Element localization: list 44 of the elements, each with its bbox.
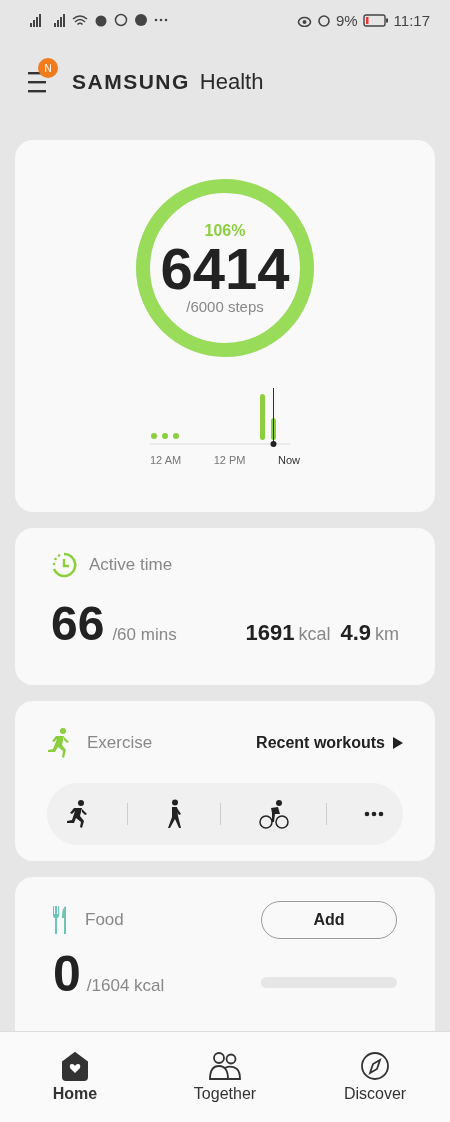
stat-unit: kcal (298, 624, 331, 645)
timer-icon (51, 552, 77, 578)
walker-icon[interactable] (165, 799, 184, 829)
compass-icon (360, 1051, 390, 1081)
more-icon (154, 18, 168, 22)
card-title: Food (85, 910, 124, 930)
step-count: 6414 (160, 239, 290, 298)
axis-label: 12 AM (150, 454, 182, 466)
battery-icon (362, 13, 389, 27)
minutes-goal: /60 mins (112, 625, 177, 645)
step-goal: /6000 steps (186, 297, 264, 315)
nav-tab[interactable]: Together (170, 1051, 280, 1103)
goal-percent: 106% (204, 221, 246, 240)
battery-percent: 9% (335, 11, 358, 29)
stat-value: 4.9 (340, 620, 371, 646)
steps-card[interactable]: 106% 6414 /6000 steps 12 AM 12 PM Now (15, 140, 435, 512)
play-arrow-icon (393, 737, 403, 749)
nav-tab[interactable]: Discover (320, 1051, 430, 1103)
stat-value: 1691 (245, 620, 295, 646)
runner-icon (47, 727, 71, 759)
nav-tab[interactable]: Home (20, 1051, 130, 1103)
brand-logo: SAMSUNG (72, 70, 190, 94)
active-minutes: 66 (51, 600, 105, 648)
app-title: Health (199, 69, 264, 95)
food-calories: 0 (53, 949, 81, 999)
home-icon (61, 1051, 89, 1081)
wifi-icon (72, 13, 88, 27)
stat-unit: km (375, 624, 399, 645)
people-icon (209, 1051, 241, 1081)
runner-icon[interactable] (65, 799, 90, 829)
food-card[interactable]: Food Add 0/1604 kcal (15, 877, 435, 1031)
axis-label: Now (278, 454, 300, 466)
active-time-card[interactable]: Active time 66 /60 mins 1691 kcal 4.9 km (15, 528, 435, 685)
exercise-card[interactable]: Exercise Recent workouts (15, 701, 435, 861)
axis-label: 12 PM (213, 454, 246, 466)
calorie-goal: /1604 kcal (86, 976, 165, 996)
card-title: Exercise (87, 733, 153, 753)
notification-badge: N (38, 58, 58, 78)
card-title: Active time (89, 555, 173, 575)
cyclist-icon[interactable] (258, 799, 289, 829)
recent-workouts-link[interactable]: Recent workouts (256, 734, 403, 752)
cutlery-icon (53, 905, 67, 935)
more-icon[interactable] (364, 811, 385, 817)
clock-time: 11:17 (393, 11, 430, 29)
